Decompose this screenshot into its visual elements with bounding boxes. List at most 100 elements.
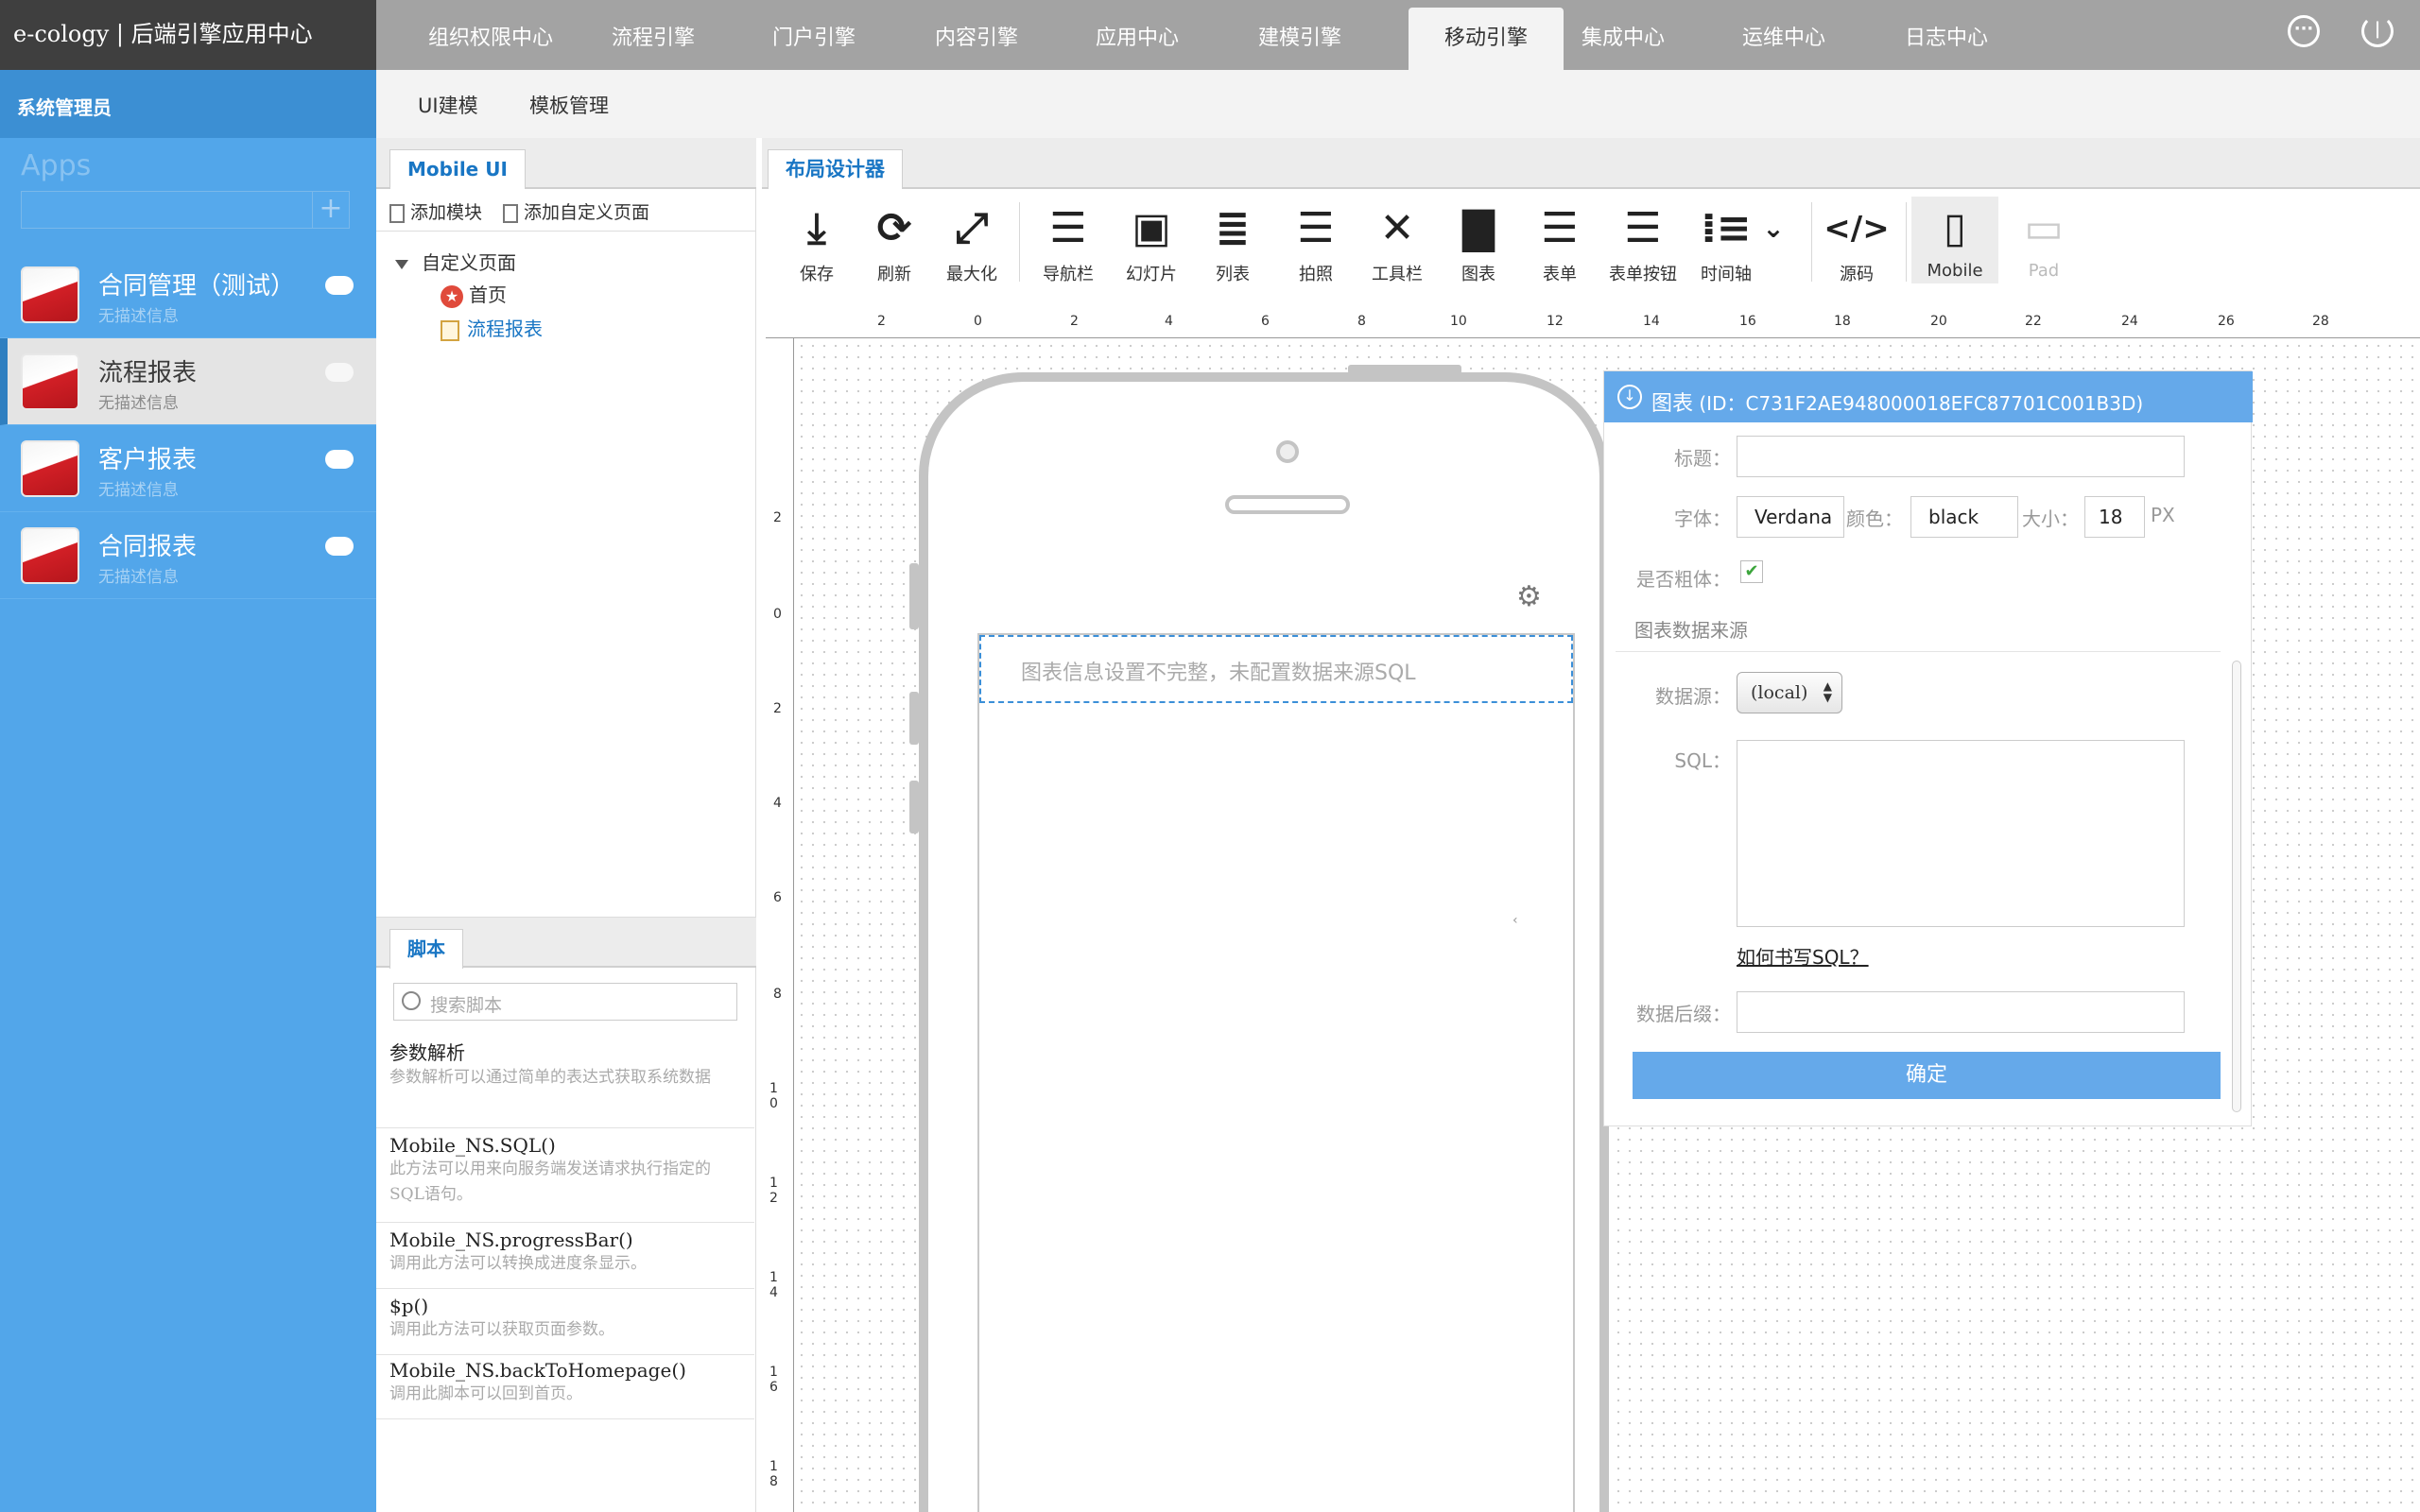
nav-tab-portal[interactable]: 门户引擎	[745, 8, 883, 70]
tool-save[interactable]: ⤓ 保存	[779, 204, 855, 285]
chart-component-placeholder[interactable]: 图表信息设置不完整，未配置数据来源SQL	[979, 635, 1573, 703]
tool-mobile[interactable]: ▯ Mobile	[1911, 197, 1998, 284]
script-item[interactable]: Mobile_NS.progressBar() 调用此方法可以转换成进度条显示。	[376, 1227, 754, 1289]
bold-checkbox[interactable]: ✔	[1740, 560, 1763, 583]
script-desc: 参数解析可以通过简单的表达式获取系统数据	[389, 1068, 711, 1087]
label-datasource: 数据源：	[1655, 685, 1731, 708]
app-name: 客户报表	[98, 446, 198, 474]
add-module-button[interactable]: 添加模块	[389, 198, 482, 224]
tab-mobile-ui[interactable]: Mobile UI	[389, 149, 526, 189]
settings-gear-icon[interactable]: ⚙	[1516, 580, 1542, 613]
confirm-button[interactable]: 确定	[1633, 1052, 2221, 1099]
phone-screen[interactable]: 图表信息设置不完整，未配置数据来源SQL	[977, 633, 1575, 1512]
script-item[interactable]: 参数解析 参数解析可以通过简单的表达式获取系统数据	[376, 1038, 754, 1128]
script-search-input[interactable]: 搜索脚本	[393, 983, 737, 1021]
collapse-arrow-icon[interactable]: ‹	[1512, 913, 1522, 947]
label-bold: 是否粗体：	[1636, 568, 1731, 591]
tab-layout-designer[interactable]: 布局设计器	[768, 149, 903, 189]
cloud-upload-icon[interactable]	[325, 537, 354, 556]
ruler-label: 16	[1739, 314, 1756, 329]
tool-source[interactable]: </> 源码	[1819, 204, 1894, 285]
tool-label: 拍照	[1299, 265, 1333, 284]
app-logo-icon	[21, 353, 79, 410]
sql-textarea[interactable]	[1737, 740, 2185, 927]
app-item[interactable]: 合同管理（测试） 无描述信息	[0, 251, 376, 338]
horizontal-ruler: 2 0 2 4 6 8 10 12 14 16 18 20 22 24 26 2…	[766, 310, 2420, 338]
more-icon[interactable]: ···	[2288, 15, 2320, 47]
size-input[interactable]: 18	[2084, 496, 2145, 538]
color-input[interactable]: black	[1910, 496, 2018, 538]
subtab-ui-modeling[interactable]: UI建模	[418, 91, 478, 119]
script-title: Mobile_NS.progressBar()	[389, 1228, 633, 1251]
ruler-label: 26	[2218, 314, 2235, 329]
nav-tab-log[interactable]: 日志中心	[1877, 8, 2015, 70]
add-app-button[interactable]: +	[312, 191, 350, 229]
cloud-upload-icon[interactable]	[325, 450, 354, 469]
tool-refresh[interactable]: ⟳ 刷新	[856, 204, 932, 285]
datasource-select[interactable]: (local) ▲ ▼	[1737, 672, 1842, 713]
tool-chart[interactable]: ▇ 图表	[1441, 204, 1516, 285]
tool-timeline[interactable]: ⁞≡ 时间轴	[1688, 204, 1764, 285]
tool-form-button[interactable]: ☰ 表单按钮	[1605, 204, 1681, 285]
title-input[interactable]	[1737, 436, 2185, 477]
tool-pad[interactable]: ▭ Pad	[2006, 204, 2082, 281]
subtab-template-manage[interactable]: 模板管理	[529, 91, 609, 119]
add-custom-page-label: 添加自定义页面	[524, 202, 650, 223]
nav-tab-org[interactable]: 组织权限中心	[410, 8, 571, 70]
nav-tab-modeling[interactable]: 建模引擎	[1231, 8, 1369, 70]
tool-list[interactable]: ≣ 列表	[1195, 204, 1270, 285]
power-icon[interactable]: |	[2361, 15, 2394, 47]
cloud-upload-icon[interactable]	[325, 276, 354, 295]
phone-side-button	[909, 692, 919, 745]
app-desc: 无描述信息	[98, 394, 179, 413]
tool-label: Pad	[2028, 261, 2060, 281]
script-item[interactable]: $p() 调用此方法可以获取页面参数。	[376, 1293, 754, 1355]
ruler-label: 2	[773, 701, 782, 716]
ruler-label: 10	[1450, 314, 1467, 329]
tool-more[interactable]: ⌄	[1754, 204, 1792, 261]
nav-tab-workflow[interactable]: 流程引擎	[584, 8, 722, 70]
script-item[interactable]: Mobile_NS.backToHomepage() 调用此脚本可以回到首页。	[376, 1357, 754, 1419]
nav-tab-integration[interactable]: 集成中心	[1554, 8, 1692, 70]
label-data-suffix: 数据后缀：	[1636, 1003, 1731, 1025]
tool-photo[interactable]: ☰ 拍照	[1278, 204, 1354, 285]
cloud-upload-icon[interactable]	[325, 363, 354, 382]
apps-search-input[interactable]	[21, 191, 350, 229]
label-color: 颜色：	[1846, 507, 1903, 530]
tree-root[interactable]: 自定义页面	[395, 248, 516, 275]
slideshow-icon: ▣	[1132, 204, 1171, 252]
tool-slideshow[interactable]: ▣ 幻灯片	[1114, 204, 1189, 285]
nav-tab-app-center[interactable]: 应用中心	[1068, 8, 1206, 70]
app-item-selected[interactable]: 流程报表 无描述信息	[0, 338, 376, 425]
add-custom-page-button[interactable]: 添加自定义页面	[503, 198, 649, 224]
nav-tab-content[interactable]: 内容引擎	[908, 8, 1046, 70]
script-item[interactable]: Mobile_NS.SQL() 此方法可以用来向服务端发送请求执行指定的SQL语…	[376, 1132, 754, 1223]
nav-tab-ops[interactable]: 运维中心	[1715, 8, 1853, 70]
font-input[interactable]: Verdana	[1737, 496, 1844, 538]
tab-scripts[interactable]: 脚本	[389, 929, 463, 969]
tool-form[interactable]: ☰ 表单	[1522, 204, 1598, 285]
dialog-header: ↓ 图表 (ID：C731F2AE948000018EFC87701C001B3…	[1604, 371, 2253, 422]
phone-frame: ⚙ 图表信息设置不完整，未配置数据来源SQL	[919, 372, 1609, 1512]
data-suffix-input[interactable]	[1737, 991, 2185, 1033]
expand-triangle-icon[interactable]	[395, 259, 408, 269]
app-item[interactable]: 客户报表 无描述信息	[0, 425, 376, 512]
phone-speaker	[1225, 495, 1350, 514]
tool-navbar[interactable]: ☰ 导航栏	[1030, 204, 1106, 285]
tree-item-home[interactable]: ★ 首页	[441, 280, 507, 308]
tool-toolbar[interactable]: ✕ 工具栏	[1359, 204, 1435, 285]
sub-nav: UI建模 模板管理	[376, 70, 2420, 138]
app-item[interactable]: 合同报表 无描述信息	[0, 512, 376, 599]
tool-maximize[interactable]: ⤢ 最大化	[934, 204, 1010, 285]
nav-tab-mobile[interactable]: 移动引擎	[1409, 8, 1564, 70]
add-file-icon	[389, 204, 405, 223]
script-title: $p()	[389, 1295, 429, 1317]
phone-camera	[1276, 440, 1299, 463]
collapse-circle-icon[interactable]: ↓	[1617, 385, 1642, 409]
ruler-label: 8	[773, 987, 782, 1002]
sql-help-link[interactable]: 如何书写SQL？	[1737, 942, 1869, 970]
form-icon: ☰	[1541, 204, 1579, 252]
dialog-scrollbar[interactable]	[2232, 661, 2241, 1112]
tree-item-report[interactable]: 流程报表	[441, 314, 543, 341]
chart-properties-dialog: ↓ 图表 (ID：C731F2AE948000018EFC87701C001B3…	[1603, 370, 2253, 1126]
